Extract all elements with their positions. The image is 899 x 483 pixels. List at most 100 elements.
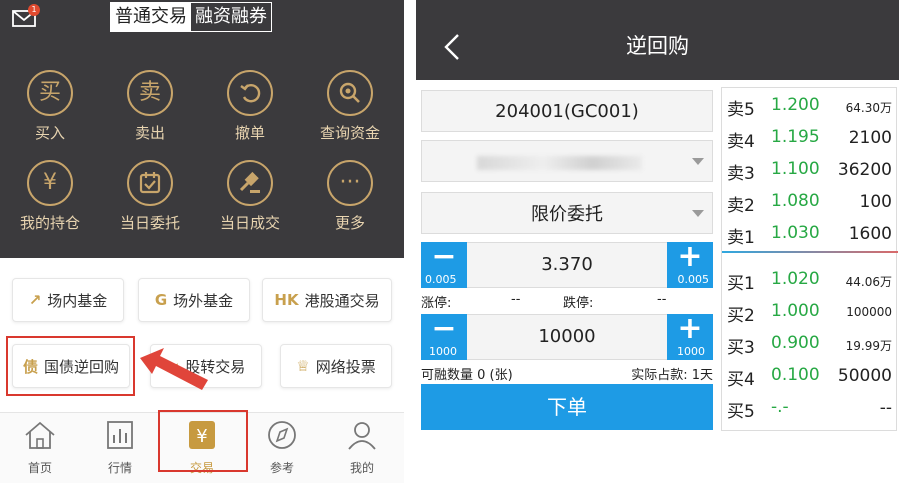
bid-row[interactable]: 买3 0.900 19.99万 (722, 328, 898, 360)
level-qty: 36200 (837, 160, 892, 180)
bid-row[interactable]: 买1 1.020 44.06万 (722, 264, 898, 296)
level-name: 卖4 (727, 132, 755, 152)
action-sell[interactable]: 卖 卖出 (100, 70, 200, 143)
level-qty: 100 (859, 192, 892, 212)
ask-row[interactable]: 卖1 1.030 1600 (722, 218, 898, 250)
service-exchange-fund[interactable]: ↗ 场内基金 (12, 278, 124, 322)
buy-icon: 买 (27, 70, 73, 116)
ask-row[interactable]: 卖5 1.200 64.30万 (722, 90, 898, 122)
profile-icon (348, 422, 376, 450)
book-divider (722, 251, 898, 253)
bid-row[interactable]: 买2 1.000 100000 (722, 296, 898, 328)
level-price: 1.000 (771, 301, 820, 321)
bid-row[interactable]: 买4 0.100 50000 (722, 360, 898, 392)
ask-row[interactable]: 卖3 1.100 36200 (722, 154, 898, 186)
price-increase-button[interactable]: + 0.005 (667, 242, 713, 288)
service-label: 场外基金 (173, 291, 234, 310)
nav-bar: 逆回购 (416, 0, 899, 80)
limit-up-label: 涨停: (421, 296, 452, 311)
blurred-account (477, 156, 642, 170)
tab-label: 行情 (107, 461, 132, 475)
limit-down-label: 跌停: (563, 296, 594, 311)
security-code-field[interactable]: 204001(GC001) (421, 90, 713, 132)
unread-badge: 1 (28, 4, 40, 16)
tab-margin-trade[interactable]: 融资融券 (191, 3, 271, 31)
plus-icon: + (677, 239, 703, 274)
action-today-orders[interactable]: 当日委托 (100, 160, 200, 233)
submit-order-button[interactable]: 下单 (421, 384, 713, 430)
account-select[interactable] (421, 140, 713, 182)
tab-label: 首页 (27, 461, 52, 475)
sell-icon: 卖 (127, 70, 173, 116)
level-price: 0.900 (771, 333, 820, 353)
level-qty: 2100 (848, 128, 892, 148)
action-label: 当日委托 (119, 214, 180, 232)
page-title: 逆回购 (626, 34, 689, 58)
quantity-input[interactable]: 10000 (467, 314, 667, 360)
quantity-decrease-button[interactable]: − 1000 (421, 314, 467, 360)
limit-down-value: -- (657, 292, 667, 307)
level-name: 买1 (727, 274, 755, 294)
bid-row[interactable]: 买5 -.- -- (722, 392, 898, 424)
service-online-voting[interactable]: ♕ 网络投票 (280, 344, 392, 388)
trade-mode-switch: 普通交易 融资融券 (110, 2, 272, 32)
level-qty: 44.06万 (845, 275, 892, 289)
dropdown-arrow-icon (692, 158, 704, 165)
action-today-deals[interactable]: 当日成交 (200, 160, 300, 233)
level-name: 买3 (727, 338, 755, 358)
level-name: 买5 (727, 402, 755, 422)
level-qty: 64.30万 (845, 101, 892, 115)
tab-mine[interactable]: 我的 (322, 413, 402, 476)
action-label: 卖出 (134, 124, 165, 142)
action-label: 查询资金 (319, 124, 380, 142)
action-more[interactable]: ··· 更多 (300, 160, 400, 233)
undo-icon (227, 70, 273, 116)
action-holdings[interactable]: ¥ 我的持仓 (0, 160, 100, 233)
service-hk-connect[interactable]: HK 港股通交易 (262, 278, 392, 322)
tab-home[interactable]: 首页 (0, 413, 80, 476)
action-label: 更多 (334, 214, 365, 232)
tab-reference[interactable]: 参考 (242, 413, 322, 476)
more-icon: ··· (327, 160, 373, 206)
quantity-stepper: − 1000 10000 + 1000 (421, 314, 713, 360)
mail-icon[interactable]: 1 (12, 4, 40, 28)
level-name: 卖3 (727, 164, 755, 184)
action-label: 当日成交 (219, 214, 280, 232)
quantity-increase-button[interactable]: + 1000 (667, 314, 713, 360)
service-label: 港股通交易 (304, 291, 380, 310)
action-label: 买入 (34, 124, 65, 142)
fund-icon: G (154, 291, 168, 309)
price-input[interactable]: 3.370 (467, 242, 667, 288)
level-qty: 19.99万 (845, 339, 892, 353)
step-value: 0.005 (677, 273, 710, 286)
ask-row[interactable]: 卖2 1.080 100 (722, 186, 898, 218)
action-buy[interactable]: 买 买入 (0, 70, 100, 143)
level-qty: 100000 (846, 305, 892, 319)
level-qty: 50000 (837, 366, 892, 386)
left-screen: 1 普通交易 融资融券 买 买入 卖 卖出 撤单 查询资金 ¥ 我的持仓 当日委… (0, 0, 404, 483)
service-otc-fund[interactable]: G 场外基金 (138, 278, 250, 322)
tab-normal-trade[interactable]: 普通交易 (111, 3, 191, 31)
action-cancel-order[interactable]: 撤单 (200, 70, 300, 143)
level-price: 1.200 (771, 95, 820, 115)
action-label: 我的持仓 (19, 214, 80, 232)
home-icon (25, 421, 55, 449)
service-label: 网络投票 (315, 357, 376, 376)
actual-occupancy-days: 实际占款: 1天 (631, 368, 713, 383)
level-price: 0.100 (771, 365, 820, 385)
red-arrow-icon (140, 348, 208, 390)
highlight-box-repo (6, 336, 135, 396)
level-price: 1.195 (771, 127, 820, 147)
level-qty: 1600 (848, 224, 892, 244)
hk-icon: HK (274, 291, 299, 309)
ask-row[interactable]: 卖4 1.195 2100 (722, 122, 898, 154)
market-icon (107, 421, 133, 449)
level-price: 1.030 (771, 223, 820, 243)
action-query-funds[interactable]: 查询资金 (300, 70, 400, 143)
level-price: 1.100 (771, 159, 820, 179)
level-name: 买2 (727, 306, 755, 326)
order-type-select[interactable]: 限价委托 (421, 192, 713, 234)
limit-up-value: -- (511, 292, 521, 307)
price-decrease-button[interactable]: − 0.005 (421, 242, 467, 288)
tab-market[interactable]: 行情 (80, 413, 160, 476)
